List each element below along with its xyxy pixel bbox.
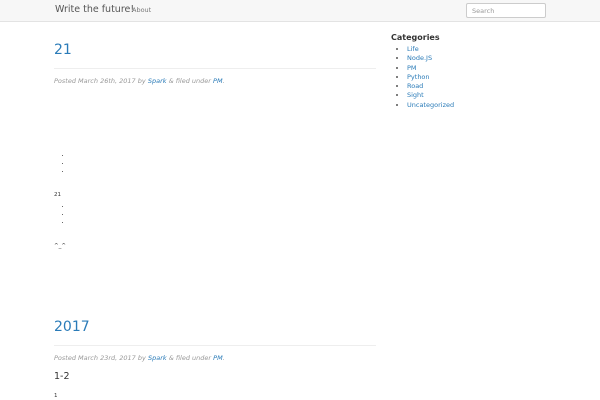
post-paragraph-3: 21	[54, 192, 61, 198]
list-item	[71, 151, 376, 159]
list-item	[71, 167, 376, 175]
category-item: PM	[407, 64, 521, 73]
meta-end: .	[222, 77, 225, 85]
by-label: by	[137, 354, 146, 362]
category-item: Road	[407, 82, 521, 91]
filed-label: & filed under	[168, 77, 211, 85]
category-link[interactable]: PM	[213, 77, 223, 85]
post-paragraph-1	[54, 115, 376, 124]
post-list-1	[54, 151, 376, 175]
list-item	[71, 202, 376, 210]
author-link[interactable]: Spark	[148, 354, 167, 362]
category-link-nodejs[interactable]: Node.JS	[407, 54, 432, 62]
post-subheading: 1-2	[54, 371, 70, 382]
post-paragraph-2	[54, 140, 376, 149]
post-date: March 26th, 2017	[78, 77, 136, 85]
meta-end: .	[222, 354, 225, 362]
author-link[interactable]: Spark	[148, 77, 167, 85]
category-link-python[interactable]: Python	[407, 73, 430, 81]
post-title-link[interactable]: 21	[54, 40, 376, 69]
list-item	[71, 218, 376, 226]
post-2: 2017 Posted March 23rd, 2017 by Spark & …	[54, 317, 376, 400]
post-meta: Posted March 26th, 2017 by Spark & filed…	[54, 77, 376, 85]
post-subheading	[54, 93, 376, 106]
category-link-pm[interactable]: PM	[407, 64, 417, 72]
nav-about-link[interactable]: About	[132, 6, 151, 14]
category-item: Node.JS	[407, 54, 521, 63]
category-link-uncategorized[interactable]: Uncategorized	[407, 101, 454, 109]
post-paragraph-1: 1	[54, 393, 58, 399]
category-item: Uncategorized	[407, 101, 521, 110]
categories-heading: Categories	[391, 33, 440, 42]
post-paragraph-4: ^_^	[54, 243, 66, 249]
category-item: Python	[407, 73, 521, 82]
posted-label: Posted	[54, 77, 76, 85]
by-label: by	[137, 77, 146, 85]
post-date: March 23rd, 2017	[78, 354, 136, 362]
category-link-road[interactable]: Road	[407, 82, 423, 90]
site-brand-link[interactable]: Write the future!	[55, 4, 134, 15]
search-input[interactable]	[466, 3, 546, 18]
filed-label: & filed under	[168, 354, 212, 362]
post-list-2	[54, 202, 376, 226]
sidebar: Categories Life Node.JS PM Python Road S…	[391, 33, 521, 110]
category-list: Life Node.JS PM Python Road Sight Uncate…	[391, 45, 521, 110]
category-item: Sight	[407, 91, 521, 100]
post-list: 21 Posted March 26th, 2017 by Spark & fi…	[54, 40, 376, 399]
post-title-link[interactable]: 2017	[54, 317, 376, 346]
list-item	[71, 210, 376, 218]
top-navbar: Write the future! About	[0, 0, 600, 22]
list-item	[71, 159, 376, 167]
category-link[interactable]: PM	[213, 354, 223, 362]
category-link-life[interactable]: Life	[407, 45, 419, 53]
category-link-sight[interactable]: Sight	[407, 91, 424, 99]
post-1: 21 Posted March 26th, 2017 by Spark & fi…	[54, 40, 376, 251]
category-item: Life	[407, 45, 521, 54]
post-meta: Posted March 23rd, 2017 by Spark & filed…	[54, 354, 376, 362]
posted-label: Posted	[54, 354, 76, 362]
